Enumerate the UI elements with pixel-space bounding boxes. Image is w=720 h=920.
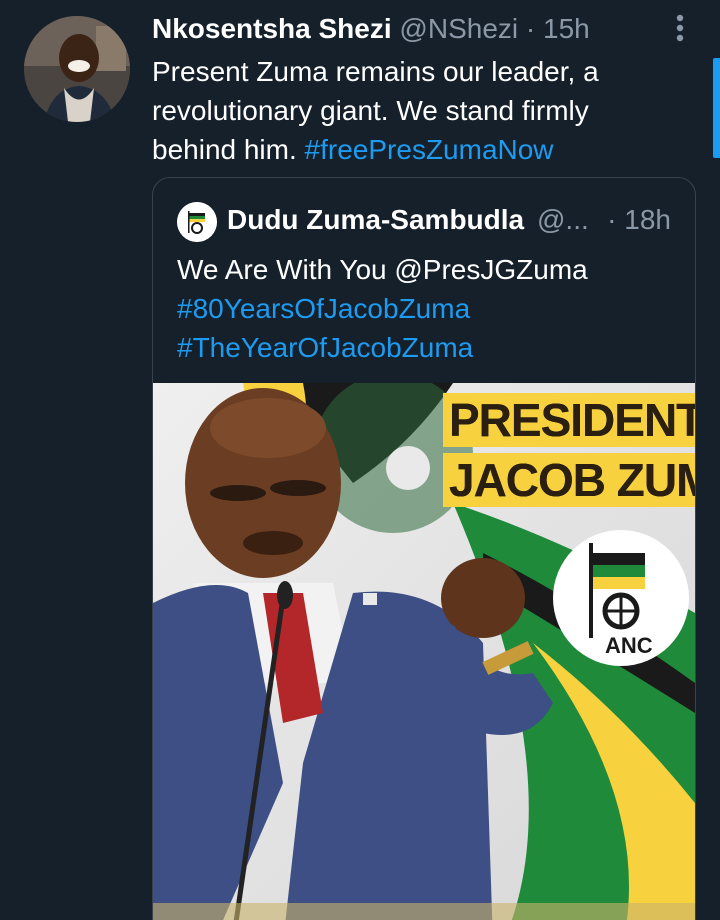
hashtag-link[interactable]: #TheYearOfJacobZuma [177,328,677,367]
author-avatar[interactable] [24,16,130,122]
tweet-text-line: behind him. #freePresZumaNow [152,130,652,169]
author-handle[interactable]: @NShezi [399,13,518,44]
poster-logo-text: ANC [605,633,653,658]
tweet-text: Present Zuma remains our leader, a revol… [152,52,652,169]
tweet-text-fragment: behind him. [152,134,305,165]
tweet-header: Nkosentsha Shezi @NShezi · 15h [152,12,650,46]
tweet-time[interactable]: 15h [543,13,590,44]
quoted-author-handle[interactable]: @... [537,200,589,240]
quoted-tweet-card[interactable]: Dudu Zuma-Sambudla @... · 18h We Are Wit… [152,177,696,920]
quoted-tweet-media[interactable]: PRESIDENT JACOB ZUMA ANC [153,383,695,920]
tweet-text-line: revolutionary giant. We stand firmly [152,95,589,126]
hashtag-link[interactable]: #80YearsOfJacobZuma [177,289,677,328]
quoted-author-name[interactable]: Dudu Zuma-Sambudla [227,200,524,240]
scroll-indicator[interactable] [713,58,720,158]
tweet-detail-page: Nkosentsha Shezi @NShezi · 15h Present Z… [0,0,720,920]
anc-logo-icon [177,202,217,242]
quoted-tweet-text: We Are With You @PresJGZuma #80YearsOfJa… [177,250,677,367]
quoted-text-line: We Are With You @PresJGZuma [177,254,588,285]
hashtag-link[interactable]: #freePresZumaNow [305,134,554,165]
tweet-text-line: Present Zuma remains our leader, a [152,56,599,87]
author-name[interactable]: Nkosentsha Shezi [152,13,392,44]
quoted-tweet-time[interactable]: · 18h [607,200,671,240]
poster-title: PRESIDENT JACOB ZUMA [443,393,695,513]
poster-title-line: JACOB ZUMA [443,453,695,507]
avatar-photo [24,16,130,122]
more-options-button[interactable] [662,10,698,46]
header-separator: · [525,13,536,44]
poster-title-line: PRESIDENT [443,393,695,447]
quoted-author-avatar[interactable] [177,202,217,242]
vertical-dots-icon [676,14,684,42]
quoted-tweet-header: Dudu Zuma-Sambudla @... · 18h [177,200,671,242]
